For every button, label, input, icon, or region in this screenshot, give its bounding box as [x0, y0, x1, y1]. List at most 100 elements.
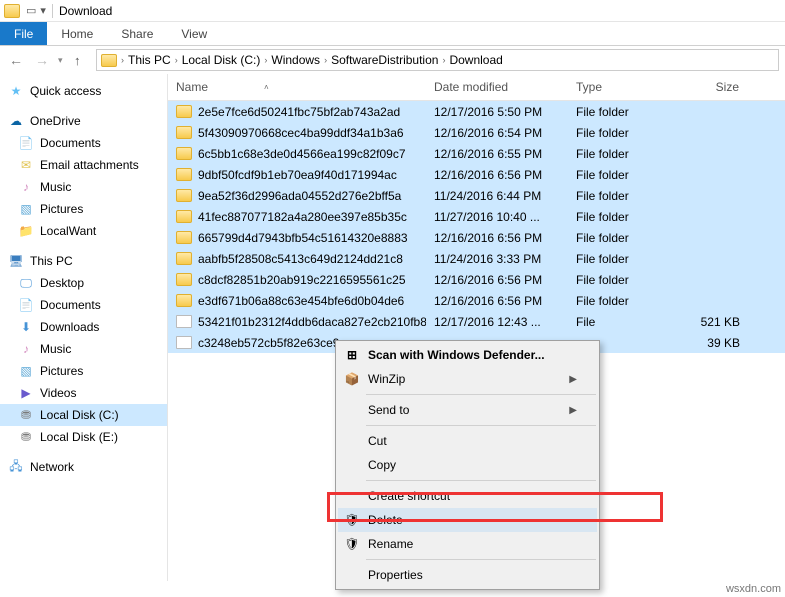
folder-icon — [176, 273, 192, 286]
chevron-right-icon[interactable]: › — [322, 55, 329, 65]
column-name[interactable]: Name ˄ — [168, 74, 426, 100]
file-row[interactable]: 5f43090970668cec4ba99ddf34a1b3a612/16/20… — [168, 122, 785, 143]
menu-item-send-to[interactable]: Send to▶ — [338, 398, 597, 422]
menu-label: Properties — [368, 568, 423, 582]
sidebar-item-email-attachments[interactable]: ✉Email attachments — [0, 154, 167, 176]
column-name-label: Name — [176, 80, 208, 94]
qat-dropdown-icon[interactable]: ▾ — [40, 4, 46, 17]
menu-item-delete[interactable]: 🛡Delete — [338, 508, 597, 532]
qat-props-icon[interactable]: ▭ — [26, 4, 36, 17]
column-size[interactable]: Size — [668, 74, 748, 100]
file-icon — [176, 315, 192, 328]
sidebar-onedrive[interactable]: ☁ OneDrive — [0, 110, 167, 132]
crumb-windows[interactable]: Windows — [271, 53, 320, 67]
file-row[interactable]: 665799d4d7943bfb54c51614320e888312/16/20… — [168, 227, 785, 248]
star-icon: ★ — [8, 83, 24, 99]
menu-item-copy[interactable]: Copy — [338, 453, 597, 477]
quick-access-toolbar: ▭ ▾ — [26, 4, 46, 17]
menu-label: Scan with Windows Defender... — [368, 348, 545, 362]
file-date: 12/16/2016 6:54 PM — [426, 126, 568, 140]
file-type: File — [568, 315, 668, 329]
menu-item-create-shortcut[interactable]: Create shortcut — [338, 484, 597, 508]
file-row[interactable]: 53421f01b2312f4ddb6daca827e2cb210fb8...1… — [168, 311, 785, 332]
menu-item-winzip[interactable]: 📦WinZip▶ — [338, 367, 597, 391]
sidebar-item-music[interactable]: ♪Music — [0, 176, 167, 198]
file-name: c8dcf82851b20ab919c2216595561c25 — [198, 273, 406, 287]
cloud-icon: ☁ — [8, 113, 24, 129]
sidebar-this-pc[interactable]: 🖥This PC — [0, 250, 167, 272]
file-tab[interactable]: File — [0, 22, 47, 45]
address-folder-icon — [101, 54, 117, 67]
pictures-icon: ▧ — [18, 363, 34, 379]
file-row[interactable]: 6c5bb1c68e3de0d4566ea199c82f09c712/16/20… — [168, 143, 785, 164]
folder-icon — [176, 231, 192, 244]
sidebar-item-local-disk-e[interactable]: ⛃Local Disk (E:) — [0, 426, 167, 448]
file-row[interactable]: e3df671b06a88c63e454bfe6d0b04de612/16/20… — [168, 290, 785, 311]
home-tab[interactable]: Home — [47, 22, 107, 45]
sidebar-item-localwant[interactable]: 📁LocalWant — [0, 220, 167, 242]
folder-icon — [176, 126, 192, 139]
view-tab[interactable]: View — [167, 22, 221, 45]
sidebar-item-documents-pc[interactable]: 📄Documents — [0, 294, 167, 316]
sidebar-label: Local Disk (E:) — [40, 430, 118, 444]
sidebar-network[interactable]: 🖧Network — [0, 456, 167, 478]
share-tab[interactable]: Share — [107, 22, 167, 45]
chevron-right-icon[interactable]: › — [173, 55, 180, 65]
file-row[interactable]: aabfb5f28508c5413c649d2124dd21c811/24/20… — [168, 248, 785, 269]
file-row[interactable]: 9ea52f36d2996ada04552d276e2bff5a11/24/20… — [168, 185, 785, 206]
forward-button[interactable]: → — [32, 52, 52, 68]
file-name: c3248eb572cb5f82e63ce9 — [198, 336, 339, 350]
sidebar-item-desktop[interactable]: 🖵Desktop — [0, 272, 167, 294]
file-date: 12/16/2016 6:56 PM — [426, 168, 568, 182]
sidebar-label: OneDrive — [30, 114, 81, 128]
sidebar-item-music-pc[interactable]: ♪Music — [0, 338, 167, 360]
folder-icon: 📁 — [18, 223, 34, 239]
sidebar-item-downloads[interactable]: ⬇Downloads — [0, 316, 167, 338]
nav-bar: ← → ▾ ↑ › This PC › Local Disk (C:) › Wi… — [0, 46, 785, 74]
sidebar-item-local-disk-c[interactable]: ⛃Local Disk (C:) — [0, 404, 167, 426]
sidebar-quick-access[interactable]: ★ Quick access — [0, 80, 167, 102]
menu-item-cut[interactable]: Cut — [338, 429, 597, 453]
sidebar-label: Email attachments — [40, 158, 139, 172]
file-row[interactable]: 41fec887077182a4a280ee397e85b35c11/27/20… — [168, 206, 785, 227]
menu-item-rename[interactable]: 🛡Rename — [338, 532, 597, 556]
sidebar-item-pictures-pc[interactable]: ▧Pictures — [0, 360, 167, 382]
address-bar[interactable]: › This PC › Local Disk (C:) › Windows › … — [96, 49, 779, 71]
folder-icon — [176, 168, 192, 181]
sidebar-item-documents[interactable]: 📄Documents — [0, 132, 167, 154]
file-row[interactable]: c8dcf82851b20ab919c2216595561c2512/16/20… — [168, 269, 785, 290]
history-dropdown-icon[interactable]: ▾ — [58, 55, 68, 66]
submenu-arrow-icon: ▶ — [569, 374, 577, 385]
file-name: 9ea52f36d2996ada04552d276e2bff5a — [198, 189, 401, 203]
sidebar-item-pictures[interactable]: ▧Pictures — [0, 198, 167, 220]
sidebar-label: Documents — [40, 136, 101, 150]
network-icon: 🖧 — [8, 459, 24, 475]
file-type: File folder — [568, 252, 668, 266]
folder-icon — [176, 210, 192, 223]
crumb-local-disk-c[interactable]: Local Disk (C:) — [182, 53, 261, 67]
sidebar-item-videos[interactable]: ▶Videos — [0, 382, 167, 404]
back-button[interactable]: ← — [6, 52, 26, 68]
menu-label: Send to — [368, 403, 409, 417]
file-row[interactable]: 9dbf50fcdf9b1eb70ea9f40d171994ac12/16/20… — [168, 164, 785, 185]
file-date: 12/16/2016 6:55 PM — [426, 147, 568, 161]
menu-item-properties[interactable]: Properties — [338, 563, 597, 587]
crumb-download[interactable]: Download — [449, 53, 502, 67]
column-date[interactable]: Date modified — [426, 74, 568, 100]
chevron-right-icon[interactable]: › — [262, 55, 269, 65]
chevron-right-icon[interactable]: › — [440, 55, 447, 65]
file-row[interactable]: 2e5e7fce6d50241fbc75bf2ab743a2ad12/17/20… — [168, 101, 785, 122]
music-icon: ♪ — [18, 179, 34, 195]
folder-icon — [176, 105, 192, 118]
ribbon-tabs: File Home Share View — [0, 22, 785, 46]
menu-separator — [366, 394, 596, 395]
sidebar-label: Quick access — [30, 84, 101, 98]
videos-icon: ▶ — [18, 385, 34, 401]
menu-item-scan-defender[interactable]: ⊞Scan with Windows Defender... — [338, 343, 597, 367]
crumb-softwaredistribution[interactable]: SoftwareDistribution — [331, 53, 438, 67]
up-button[interactable]: ↑ — [74, 53, 90, 68]
chevron-right-icon[interactable]: › — [119, 55, 126, 65]
column-type[interactable]: Type — [568, 74, 668, 100]
crumb-this-pc[interactable]: This PC — [128, 53, 171, 67]
sort-indicator-icon: ˄ — [264, 83, 269, 92]
